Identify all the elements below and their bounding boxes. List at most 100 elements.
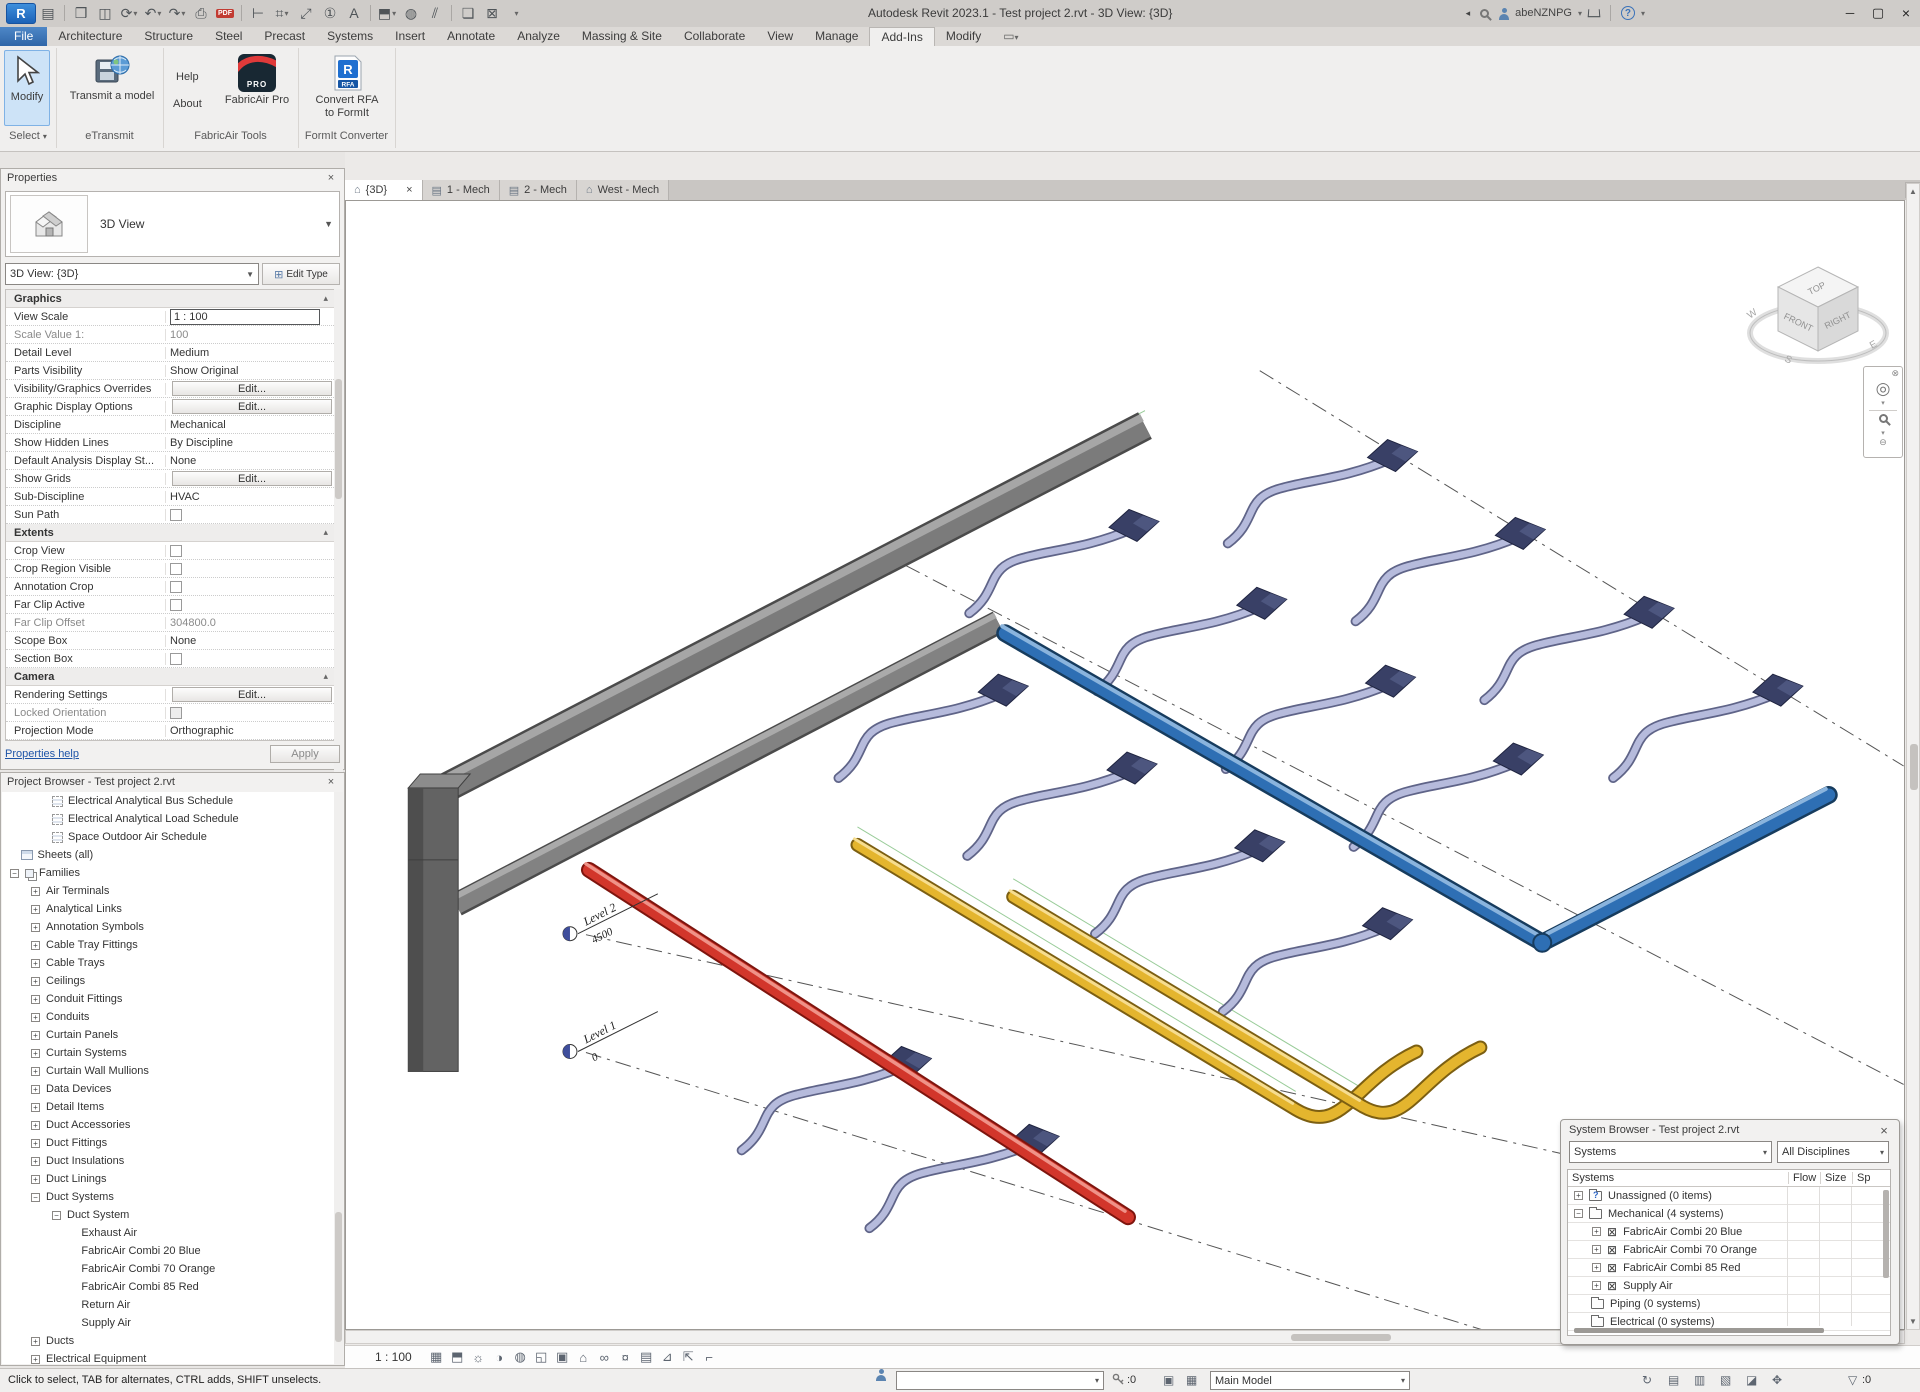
ribbon-tab-architecture[interactable]: Architecture <box>47 27 133 46</box>
default-3d-view-icon[interactable]: ⬒▾ <box>375 2 399 24</box>
steering-wheel-icon[interactable]: ◎ <box>1864 379 1902 399</box>
tree-item[interactable]: Supply Air <box>2 1314 343 1332</box>
convert-rfa-button[interactable]: R RFA Convert RFAto FormIt <box>300 50 394 120</box>
reveal-hidden-elements-icon[interactable]: ¤ <box>615 1348 636 1367</box>
tree-expander[interactable]: − <box>31 1193 40 1202</box>
branch-duct-with-diffuser[interactable] <box>1484 596 1674 700</box>
untag-icon[interactable]: ⤢ <box>294 2 318 24</box>
tree-item[interactable]: +Duct Insulations <box>2 1152 343 1170</box>
checkbox[interactable] <box>170 563 182 575</box>
detail-level-icon[interactable]: ▦ <box>426 1348 447 1367</box>
customize-qat-icon[interactable]: ▾ <box>504 2 528 24</box>
filter-icon[interactable]: ▽ <box>1848 1373 1857 1387</box>
ui-views-toggle-icon[interactable]: ▤ <box>36 2 60 24</box>
system-row[interactable]: +⊠Supply Air <box>1568 1277 1890 1295</box>
checkbox[interactable] <box>170 509 182 521</box>
design-options-icon[interactable]: ▣ <box>1163 1373 1174 1387</box>
sun-path-off-icon[interactable]: ☼ <box>468 1348 489 1367</box>
ribbon-tab-modify[interactable]: Modify <box>935 27 992 46</box>
system-row[interactable]: +⊠FabricAir Combi 85 Red <box>1568 1259 1890 1277</box>
property-row[interactable]: Scope BoxNone <box>6 632 334 650</box>
system-row[interactable]: +⊠FabricAir Combi 20 Blue <box>1568 1223 1890 1241</box>
text-icon[interactable]: A <box>342 2 366 24</box>
help-dropdown-icon[interactable]: ▾ <box>1641 9 1645 18</box>
edit-button[interactable]: Edit... <box>172 687 332 702</box>
branch-duct-with-diffuser[interactable] <box>967 752 1157 856</box>
ribbon-tab-annotate[interactable]: Annotate <box>436 27 506 46</box>
tree-expander[interactable]: + <box>31 887 40 896</box>
save-icon[interactable]: ◫ <box>93 2 117 24</box>
property-row[interactable]: Detail LevelMedium <box>6 344 334 362</box>
property-row[interactable]: Extents▴ <box>6 524 334 542</box>
tree-expander[interactable]: + <box>31 1049 40 1058</box>
tree-expander[interactable]: + <box>1592 1281 1601 1290</box>
ribbon-tab-structure[interactable]: Structure <box>133 27 204 46</box>
branch-duct-with-diffuser[interactable] <box>1223 908 1413 1012</box>
ribbon-tab-steel[interactable]: Steel <box>204 27 253 46</box>
system-row[interactable]: −Mechanical (4 systems) <box>1568 1205 1890 1223</box>
highlight-displacement-sets-icon[interactable]: ⇱ <box>678 1348 699 1367</box>
property-row[interactable]: Parts VisibilityShow Original <box>6 362 334 380</box>
reveal-constraints-icon[interactable]: ⌐ <box>699 1348 720 1367</box>
branch-duct-with-diffuser[interactable] <box>1097 587 1287 691</box>
tree-expander[interactable]: + <box>31 1139 40 1148</box>
tree-expander[interactable]: + <box>31 995 40 1004</box>
branch-duct-with-diffuser[interactable] <box>742 1047 932 1151</box>
tree-item[interactable]: Exhaust Air <box>2 1224 343 1242</box>
tree-item[interactable]: +Curtain Wall Mullions <box>2 1062 343 1080</box>
branch-duct-with-diffuser[interactable] <box>1226 665 1416 769</box>
tree-expander[interactable]: + <box>31 1337 40 1346</box>
editing-requests-icon[interactable] <box>1112 1373 1124 1388</box>
system-browser-close-icon[interactable]: × <box>1877 1123 1891 1138</box>
view-tab-2-mech[interactable]: ▤2 - Mech <box>500 180 577 200</box>
property-row[interactable]: Annotation Crop <box>6 578 334 596</box>
tree-item[interactable]: Space Outdoor Air Schedule <box>2 828 343 846</box>
tree-expander[interactable]: − <box>52 1211 61 1220</box>
tree-item[interactable]: +Conduit Fittings <box>2 990 343 1008</box>
temporary-hide-isolate-icon[interactable]: ∞ <box>594 1348 615 1367</box>
tree-expander[interactable]: + <box>1592 1227 1601 1236</box>
thin-lines-icon[interactable]: ⫽ <box>423 2 447 24</box>
checkbox[interactable] <box>170 599 182 611</box>
fabricair-pro-button[interactable]: PRO FabricAir Pro <box>218 50 296 107</box>
branch-duct-with-diffuser[interactable] <box>1228 440 1418 544</box>
property-row[interactable]: Far Clip Offset304800.0 <box>6 614 334 632</box>
tree-expander[interactable]: + <box>31 1355 40 1364</box>
tree-expander[interactable]: + <box>1592 1263 1601 1272</box>
tree-item[interactable]: Electrical Analytical Load Schedule <box>2 810 343 828</box>
tree-item[interactable]: +Cable Trays <box>2 954 343 972</box>
print-icon[interactable]: ⎙ <box>189 2 213 24</box>
properties-close-icon[interactable]: × <box>324 172 338 184</box>
tree-item[interactable]: FabricAir Combi 70 Orange <box>2 1260 343 1278</box>
infocenter-collapse-icon[interactable]: ◂ <box>1466 8 1471 19</box>
tree-expander[interactable]: − <box>10 869 19 878</box>
tree-expander[interactable]: − <box>1574 1209 1583 1218</box>
tree-expander[interactable]: + <box>31 1103 40 1112</box>
checkbox[interactable] <box>170 581 182 593</box>
zoom-dropdown-icon[interactable]: ▾ <box>1864 429 1902 437</box>
modify-state-icon[interactable]: ▭▾ <box>992 27 1029 46</box>
property-row[interactable]: Default Analysis Display St...None <box>6 452 334 470</box>
type-dropdown-icon[interactable]: ▼ <box>324 219 333 229</box>
design-options-pick-icon[interactable]: ▦ <box>1186 1373 1197 1387</box>
ribbon-tab-analyze[interactable]: Analyze <box>506 27 571 46</box>
select-pinned-toggle-icon[interactable]: ▧ <box>1720 1373 1731 1387</box>
project-browser-scrollbar[interactable] <box>334 792 343 1365</box>
ribbon-tab-precast[interactable]: Precast <box>253 27 316 46</box>
tree-expander[interactable]: + <box>31 977 40 986</box>
select-by-face-toggle-icon[interactable]: ◪ <box>1746 1373 1757 1387</box>
app-store-cart-icon[interactable] <box>1588 9 1601 17</box>
rendering-dialog-icon[interactable]: ◍ <box>510 1348 531 1367</box>
navbar-close-icon[interactable]: ⊗ <box>1864 367 1902 379</box>
measure-icon[interactable]: ⌗▾ <box>270 2 294 24</box>
maximize-button[interactable]: ▢ <box>1864 0 1892 26</box>
edit-type-button[interactable]: ⊞Edit Type <box>262 263 340 285</box>
system-row[interactable]: +Unassigned (0 items) <box>1568 1187 1890 1205</box>
render-icon[interactable]: ◍ <box>399 2 423 24</box>
close-inactive-icon[interactable]: ⊠ <box>480 2 504 24</box>
wheel-dropdown-icon[interactable]: ▾ <box>1864 399 1902 407</box>
branch-duct-with-diffuser[interactable] <box>969 509 1159 613</box>
type-preview[interactable]: 3D View ▼ <box>5 191 340 257</box>
fabricair-combi-70-orange-ducts[interactable] <box>854 839 1480 1117</box>
checkbox[interactable] <box>170 707 182 719</box>
